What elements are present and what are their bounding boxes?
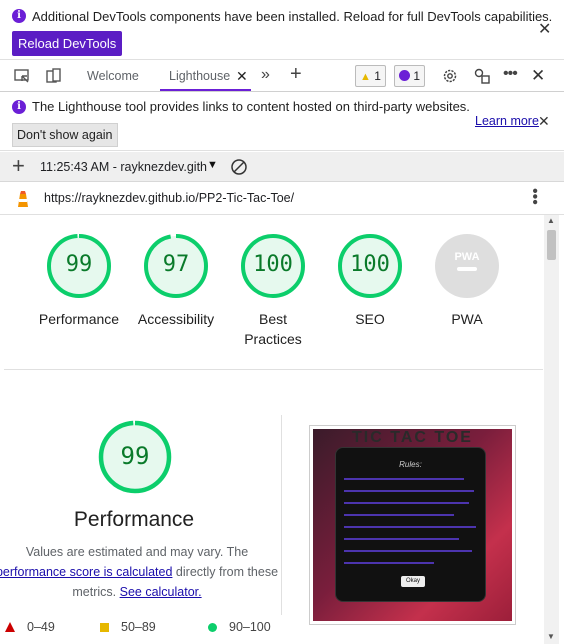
gauge-score: 97 bbox=[162, 252, 190, 277]
rules-line bbox=[344, 478, 464, 480]
screenshot-rules-modal: Rules: Okay bbox=[335, 447, 486, 602]
gauge-score: 99 bbox=[65, 252, 93, 277]
legend-item: 90–100 bbox=[208, 620, 271, 634]
rules-line bbox=[344, 550, 472, 552]
tab-welcome[interactable]: Welcome bbox=[87, 61, 139, 91]
inspect-element-icon[interactable] bbox=[13, 67, 31, 85]
device-emulation-icon[interactable] bbox=[45, 67, 63, 85]
gauge-label: SEO bbox=[355, 311, 385, 327]
dropdown-arrow-icon[interactable]: ▼ bbox=[207, 159, 218, 171]
warnings-badge[interactable]: ▲ 1 bbox=[355, 65, 386, 87]
legend-item: 0–49 bbox=[5, 620, 55, 634]
scroll-thumb[interactable] bbox=[547, 230, 556, 260]
rules-line bbox=[344, 490, 474, 492]
settings-gear-icon[interactable] bbox=[441, 67, 459, 85]
scroll-up-icon[interactable]: ▲ bbox=[547, 216, 555, 225]
tab-lighthouse-label: Lighthouse bbox=[169, 69, 231, 83]
legend-circle-icon bbox=[208, 623, 217, 632]
legend-range: 50–89 bbox=[121, 620, 156, 634]
screenshot-game-title: TIC TAC TOE bbox=[352, 429, 473, 446]
close-notice-icon[interactable]: ✕ bbox=[538, 114, 550, 128]
gauge-score: 100 bbox=[350, 252, 390, 277]
scroll-down-icon[interactable]: ▼ bbox=[547, 632, 555, 641]
url-menu-icon[interactable]: ••• bbox=[526, 188, 543, 205]
screenshot-rules-title: Rules: bbox=[399, 460, 422, 469]
screenshot-ok-button: Okay bbox=[401, 576, 425, 587]
performance-title: Performance bbox=[73, 508, 195, 531]
issues-badge[interactable]: 1 bbox=[394, 65, 426, 87]
legend-range: 0–49 bbox=[27, 620, 55, 634]
learn-more-link[interactable]: Learn more bbox=[475, 114, 539, 128]
customize-icon[interactable] bbox=[473, 67, 491, 85]
performance-score: 99 bbox=[120, 442, 150, 470]
more-options-icon[interactable]: ••• bbox=[503, 65, 518, 83]
gauge-label: Best Practices bbox=[244, 311, 302, 347]
vertical-divider bbox=[281, 415, 282, 615]
performance-description: Values are estimated and may vary. The p… bbox=[0, 542, 282, 602]
page-screenshot[interactable]: TIC TAC TOE Rules: Okay bbox=[309, 425, 516, 625]
add-tab-icon[interactable]: + bbox=[290, 63, 302, 86]
see-calculator-link[interactable]: See calculator. bbox=[120, 585, 202, 599]
lighthouse-notice-message: The Lighthouse tool provides links to co… bbox=[32, 99, 470, 114]
new-report-icon[interactable]: + bbox=[12, 154, 25, 178]
gauge-score: 100 bbox=[253, 252, 293, 277]
rules-line bbox=[344, 514, 454, 516]
lighthouse-report: 99 Performance 97 Accessibility 100 Best Pract… bbox=[0, 215, 544, 644]
report-toolbar: + 11:25:43 AM - rayknezdev.gith ▼ bbox=[0, 152, 564, 182]
rules-line bbox=[344, 526, 476, 528]
info-icon: i bbox=[12, 9, 26, 23]
warning-icon: ▲ bbox=[360, 71, 371, 83]
devtools-notice-message: Additional DevTools components have been… bbox=[32, 9, 553, 24]
pwa-badge-text: PWA bbox=[454, 251, 479, 263]
screenshot-image: TIC TAC TOE Rules: Okay bbox=[313, 429, 512, 621]
rules-line bbox=[344, 502, 469, 504]
legend-range: 90–100 bbox=[229, 620, 271, 634]
issues-count: 1 bbox=[413, 69, 421, 83]
performance-score-link[interactable]: performance score is calculated bbox=[0, 565, 172, 579]
devtools-notice: i Additional DevTools components have be… bbox=[0, 0, 564, 60]
devtools-tabbar: Welcome Lighthouse ✕ » + ▲ 1 1 ••• ✕ bbox=[0, 61, 564, 92]
message-icon bbox=[399, 70, 410, 81]
rules-line bbox=[344, 562, 434, 564]
tab-lighthouse[interactable]: Lighthouse ✕ bbox=[160, 61, 251, 91]
scrollbar[interactable]: ▲ ▼ bbox=[544, 215, 559, 644]
report-selector[interactable]: 11:25:43 AM - rayknezdev.gith bbox=[40, 157, 220, 177]
legend-item: 50–89 bbox=[100, 620, 156, 634]
gauge-label: Accessibility bbox=[137, 311, 215, 327]
rules-line bbox=[344, 538, 459, 540]
report-selector-value: 11:25:43 AM - rayknezdev.gith bbox=[40, 160, 207, 174]
dont-show-again-button[interactable]: Don't show again bbox=[12, 123, 118, 147]
legend-triangle-icon bbox=[5, 622, 15, 632]
perf-desc-text-3: metrics. bbox=[72, 585, 117, 599]
clear-reports-icon[interactable] bbox=[230, 158, 248, 176]
gauge-label: PWA bbox=[451, 311, 483, 327]
report-url[interactable]: https://rayknezdev.github.io/PP2-Tic-Tac… bbox=[44, 191, 294, 205]
divider bbox=[4, 369, 543, 370]
close-devtools-icon[interactable]: ✕ bbox=[531, 66, 545, 86]
perf-desc-text-2: directly from these bbox=[175, 565, 279, 579]
perf-desc-text-1: Values are estimated and may vary. The bbox=[25, 545, 249, 559]
reload-devtools-button[interactable]: Reload DevTools bbox=[12, 31, 123, 56]
lighthouse-logo-icon bbox=[18, 191, 28, 207]
more-tabs-icon[interactable]: » bbox=[261, 66, 270, 84]
close-tab-icon[interactable]: ✕ bbox=[236, 61, 248, 91]
warnings-count: 1 bbox=[374, 69, 381, 83]
gauge-ring[interactable]: PWA bbox=[434, 233, 500, 299]
close-icon[interactable]: ✕ bbox=[538, 22, 551, 38]
gauge-label: Performance bbox=[38, 311, 120, 327]
legend-square-icon bbox=[100, 623, 109, 632]
info-icon: i bbox=[12, 100, 26, 114]
report-url-bar: https://rayknezdev.github.io/PP2-Tic-Tac… bbox=[0, 183, 564, 215]
